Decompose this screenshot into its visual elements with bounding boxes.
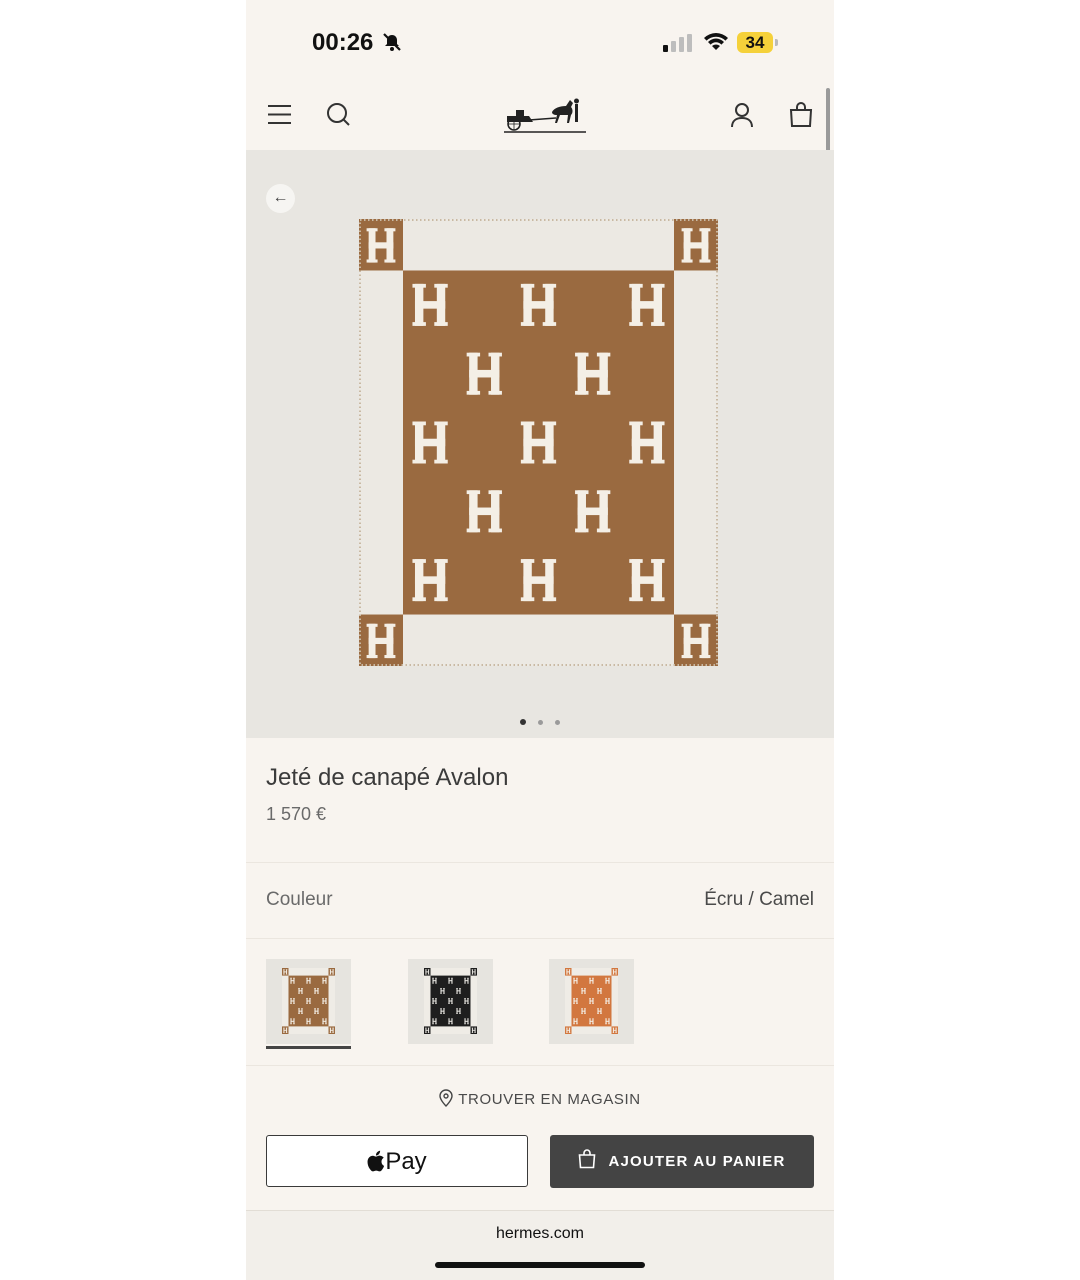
search-icon[interactable] [326,102,351,127]
product-gallery[interactable]: ← [246,150,834,738]
divider [246,938,834,939]
apple-pay-button[interactable]: Pay [266,1135,528,1187]
phone-screen: 00:26 34 ← Jeté de canapé Avalon 1 570 €… [246,0,834,1280]
color-label: Couleur [266,889,333,910]
swatch-image [408,959,493,1044]
url-text: hermes.com [495,1225,585,1242]
gallery-dot[interactable] [520,719,526,725]
location-pin-icon [439,1089,453,1107]
shopping-bag-icon [579,1149,596,1169]
signal-icon [663,34,692,52]
battery-level: 34 [737,32,773,53]
product-title: Jeté de canapé Avalon [266,764,509,791]
swatch-image [549,959,634,1044]
product-price: 1 570 € [266,804,327,824]
site-header [246,80,834,150]
status-time: 00:26 [312,29,374,56]
add-to-cart-label: AJOUTER AU PANIER [608,1153,786,1170]
menu-icon[interactable] [267,102,292,127]
color-swatch-black[interactable] [408,959,493,1044]
account-icon[interactable] [730,102,754,128]
divider [246,862,834,863]
swatch-image [266,959,351,1044]
apple-pay-label: Pay [385,1148,427,1175]
battery-tip [775,39,778,46]
gallery-dot[interactable] [555,720,560,725]
swatch-blanket [424,968,477,1034]
browser-url-bar[interactable]: hermes.com [246,1210,834,1280]
find-in-store-label: TROUVER EN MAGASIN [458,1091,641,1108]
color-value: Écru / Camel [704,889,814,910]
home-indicator[interactable] [435,1262,645,1268]
swatch-blanket [282,968,335,1034]
product-image-blanket [359,219,718,666]
gallery-dot[interactable] [538,720,543,725]
color-swatch-orange[interactable] [549,959,634,1044]
selected-swatch-indicator [266,1046,351,1049]
find-in-store-link[interactable]: TROUVER EN MAGASIN [246,1089,834,1108]
apple-logo-icon [367,1150,385,1172]
gallery-pagination[interactable] [246,719,834,725]
color-swatch-ecru-camel[interactable] [266,959,351,1044]
bell-muted-icon [383,33,401,51]
back-arrow-icon[interactable]: ← [266,184,295,213]
hermes-carriage-logo[interactable] [504,94,586,134]
add-to-cart-button[interactable]: AJOUTER AU PANIER [550,1135,814,1188]
divider [246,1065,834,1066]
shopping-bag-icon[interactable] [789,102,813,128]
swatch-blanket [565,968,618,1034]
wifi-icon [704,33,728,50]
